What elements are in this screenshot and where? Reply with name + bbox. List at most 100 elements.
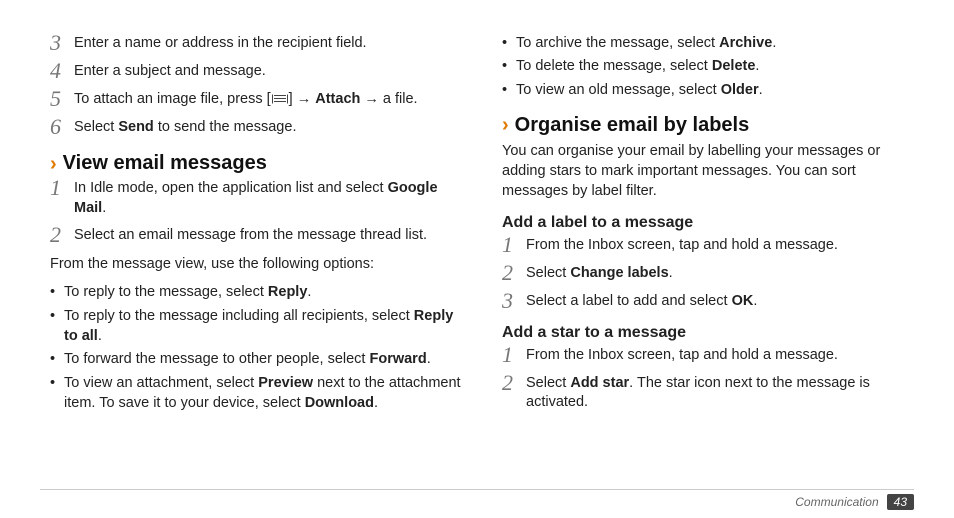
numbered-step: 3 Select a label to add and select OK. [502,292,914,312]
step-fragment: Select [74,119,118,135]
heading-organise-email: › Organise email by labels [502,114,914,137]
bullet-dot-icon: • [50,306,64,326]
step-text: Enter a subject and message. [74,62,462,82]
bullet-dot-icon: • [50,282,64,302]
footer-divider [40,489,914,490]
right-column: • To archive the message, select Archive… [502,30,914,468]
text-fragment: . [307,284,311,300]
step-text: Select a label to add and select OK. [526,292,914,312]
text-fragment: . [427,351,431,367]
step-fragment: → a file. [360,91,417,107]
numbered-step: 2 Select Add star. The star icon next to… [502,374,914,413]
numbered-step: 1 In Idle mode, open the application lis… [50,179,462,218]
bullet-item: • To view an attachment, select Preview … [50,373,462,414]
bullet-dot-icon: • [502,56,516,76]
text-fragment: To delete the message, select [516,58,712,74]
step-text: Select Add star. The star icon next to t… [526,374,914,413]
bullet-item: • To forward the message to other people… [50,349,462,369]
bullet-item: • To delete the message, select Delete. [502,56,914,76]
step-fragment: . [102,200,106,216]
heading-add-label: Add a label to a message [502,214,914,232]
text-fragment: . [374,395,378,411]
step-text: From the Inbox screen, tap and hold a me… [526,236,914,256]
text-fragment: To reply to the message, select [64,284,268,300]
bullet-text: To reply to the message including all re… [64,306,462,347]
bullet-text: To reply to the message, select Reply. [64,282,462,302]
bullet-dot-icon: • [50,373,64,393]
numbered-step: 6 Select Send to send the message. [50,118,462,138]
numbered-step: 1 From the Inbox screen, tap and hold a … [502,346,914,366]
step-fragment: Select a label to add and select [526,293,732,309]
step-text: To attach an image file, press [ ] → Atta… [74,90,462,110]
step-number: 3 [50,32,74,54]
bold-label: OK [732,293,754,309]
bullet-item: • To view an old message, select Older. [502,80,914,100]
organise-description: You can organise your email by labelling… [502,141,914,202]
step-number: 2 [502,262,526,284]
page-content: 3 Enter a name or address in the recipie… [0,0,954,478]
step-number: 1 [50,177,74,199]
step-fragment: ] → [289,91,316,107]
text-fragment: To reply to the message including all re… [64,308,414,324]
heading-view-email-messages: › View email messages [50,152,462,175]
step-fragment: To attach an image file, press [ [74,91,271,107]
menu-icon [272,94,288,104]
bullet-text: To forward the message to other people, … [64,349,462,369]
chevron-icon: › [502,115,509,135]
page-footer: Communication 43 [795,494,914,510]
bold-label: Older [721,82,759,98]
numbered-step: 1 From the Inbox screen, tap and hold a … [502,236,914,256]
numbered-step: 2 Select an email message from the messa… [50,226,462,246]
text-fragment: . [759,82,763,98]
numbered-step: 2 Select Change labels. [502,264,914,284]
bullet-dot-icon: • [50,349,64,369]
text-fragment: . [755,58,759,74]
numbered-step: 4 Enter a subject and message. [50,62,462,82]
step-fragment: to send the message. [154,119,297,135]
step-fragment: . [669,265,673,281]
step-number: 1 [502,234,526,256]
text-fragment: To archive the message, select [516,35,719,51]
bullet-dot-icon: • [502,33,516,53]
text-fragment: . [772,35,776,51]
options-intro: From the message view, use the following… [50,254,462,274]
text-fragment: . [98,328,102,344]
step-number: 1 [502,344,526,366]
step-fragment: In Idle mode, open the application list … [74,180,388,196]
bullet-item: • To reply to the message, select Reply. [50,282,462,302]
bold-label: Archive [719,35,772,51]
step-number: 3 [502,290,526,312]
heading-text: View email messages [63,152,267,175]
bold-label: Forward [369,351,426,367]
text-fragment: To forward the message to other people, … [64,351,369,367]
step-number: 6 [50,116,74,138]
bullet-text: To view an old message, select Older. [516,80,914,100]
bold-label: Change labels [570,265,668,281]
step-fragment: Select [526,265,570,281]
heading-text: Organise email by labels [515,114,750,137]
bold-label: Preview [258,375,313,391]
step-number: 4 [50,60,74,82]
chevron-icon: › [50,154,57,174]
bold-label: Download [305,395,374,411]
bullet-item: • To reply to the message including all … [50,306,462,347]
text-fragment: To view an attachment, select [64,375,258,391]
bullet-dot-icon: • [502,80,516,100]
step-fragment: . [753,293,757,309]
bold-label: Attach [315,91,360,107]
step-text: Enter a name or address in the recipient… [74,34,462,54]
step-text: Select Change labels. [526,264,914,284]
step-fragment: Select [526,375,570,391]
step-text: In Idle mode, open the application list … [74,179,462,218]
step-number: 2 [502,372,526,394]
bold-label: Send [118,119,153,135]
left-column: 3 Enter a name or address in the recipie… [50,30,462,468]
step-number: 5 [50,88,74,110]
step-number: 2 [50,224,74,246]
text-fragment: To view an old message, select [516,82,721,98]
bullet-text: To archive the message, select Archive. [516,33,914,53]
bold-label: Add star [570,375,629,391]
heading-add-star: Add a star to a message [502,324,914,342]
numbered-step: 5 To attach an image file, press [ ] → At… [50,90,462,110]
bold-label: Delete [712,58,756,74]
